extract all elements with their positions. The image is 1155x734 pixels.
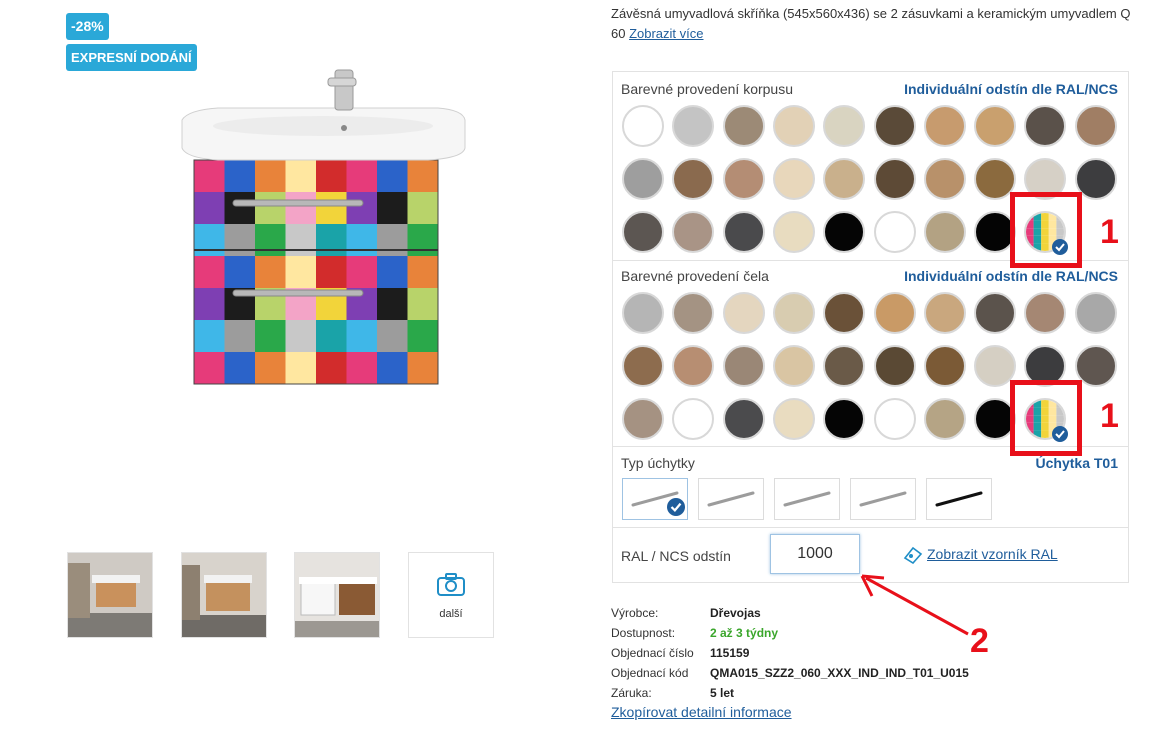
front-custom-color-link[interactable]: Individuální odstín dle RAL/NCS (904, 268, 1118, 284)
color-swatch[interactable] (672, 158, 715, 200)
product-details: Výrobce: Dřevojas Dostupnost: 2 až 3 týdny O… (611, 603, 969, 703)
color-swatch[interactable] (823, 398, 866, 440)
color-swatch[interactable] (823, 345, 866, 387)
color-swatch[interactable] (923, 292, 966, 334)
color-swatch[interactable] (923, 158, 966, 200)
color-swatch[interactable] (923, 211, 966, 253)
color-swatch[interactable] (823, 292, 866, 334)
color-swatch[interactable] (772, 211, 815, 253)
color-swatch[interactable] (622, 398, 664, 440)
color-swatch[interactable] (772, 345, 815, 387)
color-swatch[interactable] (823, 211, 866, 253)
color-swatch[interactable] (772, 398, 815, 440)
color-swatch[interactable] (974, 292, 1017, 334)
color-swatch[interactable] (923, 105, 966, 147)
gallery-thumb[interactable] (67, 552, 153, 638)
color-swatch[interactable] (672, 398, 715, 440)
detail-value: 115159 (710, 646, 750, 660)
color-swatch[interactable] (1074, 292, 1117, 334)
corpus-color-label: Barevné provedení korpusu (621, 81, 793, 97)
color-swatch[interactable] (873, 105, 916, 147)
product-main-image[interactable] (178, 60, 468, 390)
detail-row: Objednací kód QMA015_SZZ2_060_XXX_IND_IND… (611, 663, 969, 683)
front-color-label: Barevné provedení čela (621, 268, 769, 284)
color-swatch[interactable] (722, 105, 765, 147)
discount-badge: -28% (66, 13, 109, 40)
detail-row: Záruka: 5 let (611, 683, 969, 703)
color-swatch[interactable] (1024, 105, 1067, 147)
selected-check-icon (667, 498, 685, 516)
color-swatch[interactable] (672, 292, 715, 334)
handle-option[interactable] (926, 478, 992, 520)
annotation-marker: 2 (970, 622, 989, 660)
camera-icon (437, 573, 465, 596)
handle-option[interactable] (850, 478, 916, 520)
color-swatch[interactable] (622, 345, 664, 387)
detail-value: 5 let (710, 686, 735, 700)
detail-key: Záruka: (611, 686, 652, 700)
color-swatch[interactable] (622, 292, 664, 334)
color-swatch[interactable] (923, 345, 966, 387)
handle-option[interactable] (698, 478, 764, 520)
gallery-more-label: další (439, 608, 463, 620)
handle-type-label: Typ úchytky (621, 455, 695, 471)
color-swatch[interactable] (823, 158, 866, 200)
color-swatch[interactable] (772, 292, 815, 334)
color-swatch[interactable] (873, 398, 916, 440)
color-swatch[interactable] (722, 158, 765, 200)
color-swatch[interactable] (672, 211, 715, 253)
detail-key: Objednací kód (611, 666, 689, 680)
gallery-thumb[interactable] (181, 552, 267, 638)
gallery-more-button[interactable]: další (408, 552, 494, 638)
detail-value: Dřevojas (710, 606, 761, 620)
detail-key: Objednací číslo (611, 646, 694, 660)
annotation-box (1010, 192, 1082, 268)
color-swatch[interactable] (1074, 105, 1117, 147)
detail-row: Výrobce: Dřevojas (611, 603, 969, 623)
show-more-link[interactable]: Zobrazit více (629, 26, 703, 41)
detail-value: QMA015_SZZ2_060_XXX_IND_IND_T01_U015 (710, 666, 969, 680)
color-sample-icon (903, 546, 923, 564)
section-divider (613, 527, 1128, 528)
color-swatch[interactable] (823, 105, 866, 147)
annotation-marker: 1 (1100, 397, 1119, 435)
corpus-custom-color-link[interactable]: Individuální odstín dle RAL/NCS (904, 81, 1118, 97)
color-swatch[interactable] (672, 105, 715, 147)
detail-key: Dostupnost: (611, 626, 676, 640)
ral-label: RAL / NCS odstín (621, 548, 731, 564)
configuration-panel: Barevné provedení korpusu Individuální o… (612, 71, 1129, 583)
annotation-marker: 1 (1100, 213, 1119, 251)
detail-row: Objednací číslo 115159 (611, 643, 969, 663)
detail-key: Výrobce: (611, 606, 659, 620)
annotation-box (1010, 380, 1082, 456)
color-swatch[interactable] (622, 105, 664, 147)
color-swatch[interactable] (873, 292, 916, 334)
color-swatch[interactable] (672, 345, 715, 387)
color-swatch[interactable] (722, 292, 765, 334)
handle-selected-name: Úchytka T01 (1035, 455, 1118, 471)
color-swatch[interactable] (873, 158, 916, 200)
color-swatch[interactable] (772, 158, 815, 200)
product-description: Závěsná umyvadlová skříňka (545x560x436)… (611, 4, 1131, 44)
color-swatch[interactable] (873, 211, 916, 253)
color-swatch[interactable] (1024, 292, 1067, 334)
color-swatch[interactable] (772, 105, 815, 147)
gallery-thumb[interactable] (294, 552, 380, 638)
color-swatch[interactable] (722, 345, 765, 387)
color-swatch[interactable] (622, 158, 664, 200)
color-swatch[interactable] (722, 398, 765, 440)
detail-row: Dostupnost: 2 až 3 týdny (611, 623, 969, 643)
detail-value: 2 až 3 týdny (710, 626, 779, 640)
handle-option[interactable] (774, 478, 840, 520)
color-swatch[interactable] (974, 105, 1017, 147)
ral-sample-link[interactable]: Zobrazit vzorník RAL (927, 546, 1058, 562)
copy-details-link[interactable]: Zkopírovat detailní informace (611, 704, 792, 720)
color-swatch[interactable] (622, 211, 664, 253)
color-swatch[interactable] (923, 398, 966, 440)
ral-input[interactable] (770, 534, 860, 574)
color-swatch[interactable] (873, 345, 916, 387)
color-swatch[interactable] (722, 211, 765, 253)
